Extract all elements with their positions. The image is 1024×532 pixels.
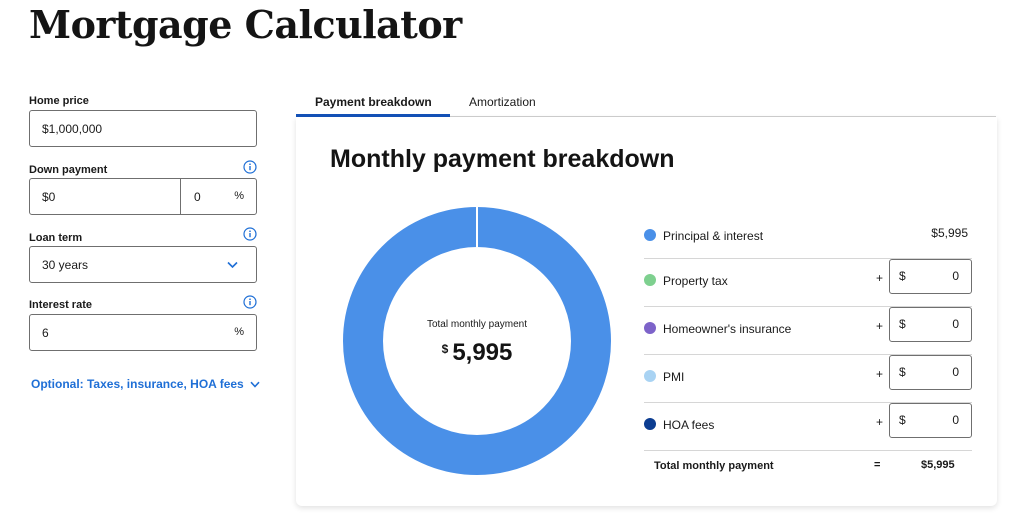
homeowners-insurance-value: 0 [952, 317, 959, 331]
donut-total: $5,995 [343, 339, 611, 367]
hoa-fees-input[interactable]: $ 0 [889, 403, 972, 438]
down-payment-input[interactable]: $0 0 % [29, 178, 257, 215]
chevron-down-icon [250, 381, 260, 389]
property-tax-input[interactable]: $ 0 [889, 259, 972, 294]
home-price-input[interactable]: $1,000,000 [29, 110, 257, 147]
optional-fees-label: Optional: Taxes, insurance, HOA fees [31, 377, 244, 391]
field-divider [180, 179, 181, 214]
tab-payment-breakdown[interactable]: Payment breakdown [315, 95, 432, 109]
homeowners-insurance-dot [644, 322, 656, 334]
breakdown-label: HOA fees [663, 418, 715, 432]
total-monthly-payment-value: $5,995 [921, 459, 955, 471]
property-tax-value: 0 [952, 269, 959, 283]
homeowners-insurance-input[interactable]: $ 0 [889, 307, 972, 342]
hoa-fees-dot [644, 418, 656, 430]
currency-symbol: $ [899, 365, 906, 379]
donut-total-amount: 5,995 [452, 339, 513, 366]
currency-symbol: $ [899, 269, 906, 283]
principal-interest-value: $5,995 [931, 226, 968, 240]
breakdown-label: Homeowner's insurance [663, 322, 792, 336]
interest-rate-label: Interest rate [29, 299, 92, 311]
loan-term-select[interactable]: 30 years [29, 246, 257, 283]
interest-rate-value: 6 [42, 326, 49, 340]
page-title: Mortgage Calculator [29, 2, 462, 47]
breakdown-row-property-tax: Property tax + $ 0 [644, 259, 972, 307]
currency-symbol: $ [899, 317, 906, 331]
loan-term-label: Loan term [29, 232, 83, 244]
breakdown-row-hoa-fees: HOA fees + $ 0 [644, 403, 972, 451]
breakdown-label: Property tax [663, 274, 728, 288]
donut-caption: Total monthly payment [426, 319, 528, 330]
percent-suffix: % [234, 326, 244, 338]
card-title: Monthly payment breakdown [330, 145, 675, 173]
info-icon[interactable] [243, 227, 257, 241]
total-monthly-payment-label: Total monthly payment [654, 460, 774, 472]
tab-amortization[interactable]: Amortization [469, 95, 536, 109]
hoa-fees-value: 0 [952, 413, 959, 427]
loan-term-value: 30 years [42, 258, 89, 272]
down-payment-percent[interactable]: 0 [194, 190, 201, 204]
row-divider [644, 450, 972, 451]
breakdown-label: PMI [663, 370, 685, 384]
plus-sign: + [876, 271, 884, 285]
interest-rate-input[interactable]: 6 % [29, 314, 257, 351]
breakdown-row-pmi: PMI + $ 0 [644, 355, 972, 403]
home-price-value: $1,000,000 [42, 122, 103, 136]
plus-sign: + [876, 319, 884, 333]
chevron-down-icon [227, 261, 238, 269]
breakdown-row-principal-interest: Principal & interest $5,995 [644, 211, 972, 259]
optional-fees-link[interactable]: Optional: Taxes, insurance, HOA fees [31, 377, 260, 391]
breakdown-row-homeowners-insurance: Homeowner's insurance + $ 0 [644, 307, 972, 355]
pmi-input[interactable]: $ 0 [889, 355, 972, 390]
breakdown-label: Principal & interest [663, 229, 764, 243]
currency-symbol: $ [899, 413, 906, 427]
pmi-value: 0 [952, 365, 959, 379]
info-icon[interactable] [243, 295, 257, 309]
payment-breakdown-card: Monthly payment breakdown Total monthly … [296, 117, 997, 506]
donut-currency: $ [441, 342, 449, 356]
down-payment-label: Down payment [29, 164, 108, 176]
percent-suffix: % [234, 190, 244, 202]
principal-interest-dot [644, 229, 656, 241]
plus-sign: + [876, 367, 884, 381]
pmi-dot [644, 370, 656, 382]
info-icon[interactable] [243, 160, 257, 174]
property-tax-dot [644, 274, 656, 286]
plus-sign: + [876, 415, 884, 429]
home-price-label: Home price [29, 95, 89, 107]
down-payment-value: $0 [42, 190, 56, 204]
equals-sign: = [874, 459, 881, 471]
